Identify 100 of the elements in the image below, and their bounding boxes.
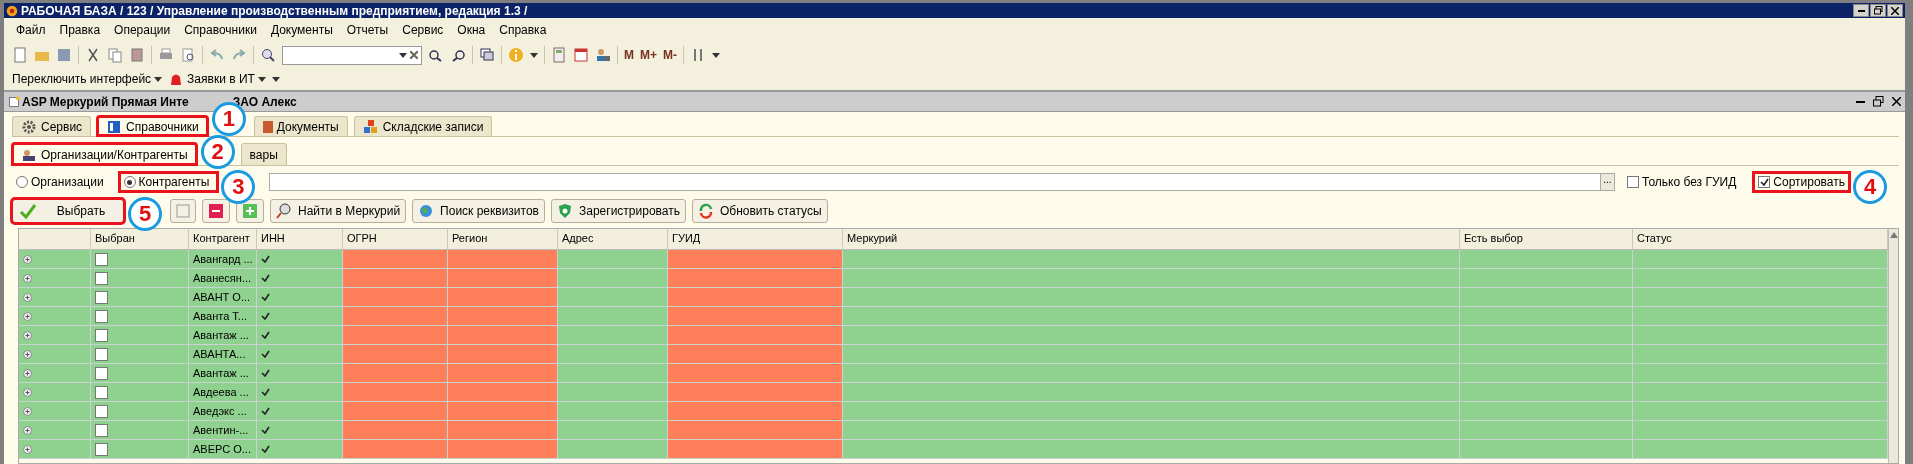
row-checkbox[interactable] xyxy=(95,252,108,266)
table-cell: Авантаж ... xyxy=(189,364,257,383)
form-title: ASP Меркурий Прямая Инте xyxy=(22,94,189,109)
menu-item[interactable]: Документы xyxy=(270,23,333,37)
close-button[interactable] xyxy=(1887,4,1903,17)
toolbar-menu-button[interactable]: Заявки в ИТ xyxy=(168,71,266,87)
menu-item[interactable]: Окна xyxy=(457,23,486,37)
expand-icon[interactable] xyxy=(23,349,32,359)
users-icon xyxy=(595,47,611,63)
magnifier-icon xyxy=(276,203,292,219)
minimize-icon xyxy=(1857,9,1865,12)
expand-icon[interactable] xyxy=(23,311,32,321)
expand-icon[interactable] xyxy=(23,292,32,302)
tab[interactable]: Документы xyxy=(253,116,348,136)
scissors-icon xyxy=(85,47,101,63)
checkbox[interactable]: Сортировать xyxy=(1754,173,1849,191)
add-button[interactable] xyxy=(236,199,264,223)
caret-icon xyxy=(154,76,163,82)
expand-icon[interactable] xyxy=(23,368,32,378)
minimize-icon[interactable] xyxy=(1856,100,1865,103)
radio-button[interactable]: Организации xyxy=(12,173,112,191)
column-header[interactable]: Выбран xyxy=(91,229,189,250)
table-cell: Аведэкс ... xyxy=(189,402,257,421)
row-checkbox[interactable] xyxy=(95,442,108,456)
expand-icon[interactable] xyxy=(23,387,32,397)
row-checkbox[interactable] xyxy=(95,423,108,437)
search-field[interactable] xyxy=(282,45,422,65)
expand-icon[interactable] xyxy=(23,406,32,416)
scroll-up-icon[interactable] xyxy=(1889,232,1898,238)
row-checkbox[interactable] xyxy=(95,347,108,361)
column-header[interactable]: Контрагент xyxy=(189,229,257,250)
row-checkbox[interactable] xyxy=(95,404,108,418)
expand-icon[interactable] xyxy=(23,444,32,454)
minimize-button[interactable] xyxy=(1853,4,1869,17)
paste-icon xyxy=(129,47,145,63)
menu-item[interactable]: Операции xyxy=(114,23,171,37)
caret-icon xyxy=(530,52,538,58)
column-header[interactable]: ИНН xyxy=(257,229,343,250)
expand-icon[interactable] xyxy=(23,425,32,435)
callout-number: 2 xyxy=(200,135,235,169)
tab[interactable]: Организации/Контрагенты xyxy=(12,143,197,165)
column-header[interactable]: Адрес xyxy=(558,229,668,250)
menu-item[interactable]: Правка xyxy=(59,23,101,37)
boxes-icon xyxy=(362,118,379,135)
expand-icon[interactable] xyxy=(23,254,32,264)
callout-number: 4 xyxy=(1853,170,1887,204)
restore-button[interactable] xyxy=(1870,4,1886,17)
row-checkbox[interactable] xyxy=(95,385,108,399)
column-header[interactable]: Статус xyxy=(1633,229,1888,250)
expand-icon[interactable] xyxy=(23,330,32,340)
expand-icon[interactable] xyxy=(23,273,32,283)
table-cell: Аванесян... xyxy=(189,269,257,288)
app-logo-icon xyxy=(6,4,18,17)
memory-key[interactable]: M- xyxy=(663,48,677,62)
tab[interactable]: Справочники xyxy=(97,116,208,136)
filter-field[interactable]: ... xyxy=(269,173,1615,191)
toolbar-button[interactable]: Зарегистрировать xyxy=(551,199,686,223)
row-checkbox[interactable] xyxy=(95,271,108,285)
scrollbar[interactable] xyxy=(1888,229,1898,463)
radio-dot-icon xyxy=(127,179,133,185)
form-icon xyxy=(8,95,20,108)
table-cell: Авангард ... xyxy=(189,250,257,269)
toolbar-menu-button[interactable]: Переключить интерфейс xyxy=(12,72,163,86)
row-checkbox[interactable] xyxy=(95,309,108,323)
column-header[interactable]: Есть выбор xyxy=(1460,229,1633,250)
restore-icon xyxy=(1873,6,1883,15)
checkmark-icon xyxy=(18,203,38,219)
menu-item[interactable]: Отчеты xyxy=(346,23,389,37)
remove-button[interactable] xyxy=(202,199,230,223)
calculator-icon xyxy=(551,47,567,63)
checkbox[interactable]: Только без ГУИД xyxy=(1623,173,1741,191)
select-button[interactable]: Выбрать xyxy=(12,199,124,223)
restore-icon[interactable] xyxy=(1873,96,1884,107)
column-header[interactable]: ОГРН xyxy=(343,229,448,250)
column-header[interactable]: ГУИД xyxy=(668,229,843,250)
column-header[interactable]: Регион xyxy=(448,229,558,250)
checkmark-icon xyxy=(1759,178,1769,186)
memory-key[interactable]: M xyxy=(624,48,634,62)
menu-item[interactable]: Справочники xyxy=(184,23,257,37)
menu-item[interactable]: Справка xyxy=(499,23,547,37)
toolbar-button[interactable]: Обновить статусы xyxy=(691,199,828,223)
row-checkbox[interactable] xyxy=(95,366,108,380)
column-header[interactable]: Меркурий xyxy=(843,229,1460,250)
document-icon xyxy=(262,120,273,133)
memory-key[interactable]: M+ xyxy=(640,48,657,62)
info-icon xyxy=(508,47,524,63)
close-icon[interactable] xyxy=(1892,97,1901,106)
toolbar-button[interactable]: Поиск реквизитов xyxy=(412,199,545,223)
menu-item[interactable]: Файл xyxy=(16,23,46,37)
tab[interactable]: вары xyxy=(240,143,287,165)
window-title: РАБОЧАЯ БАЗА / 123 / Управление производственным предприятием, редакция 1.3 / xyxy=(21,3,528,18)
tab[interactable]: Складские записи xyxy=(353,116,493,136)
row-checkbox[interactable] xyxy=(95,290,108,304)
menu-item[interactable]: Сервис xyxy=(402,23,444,37)
toolbar-button[interactable]: Найти в Меркурий xyxy=(270,199,407,223)
row-checkbox[interactable] xyxy=(95,328,108,342)
find-next-icon xyxy=(428,47,444,63)
tab[interactable]: Сервис xyxy=(12,116,92,136)
radio-button[interactable]: Контрагенты xyxy=(119,173,218,191)
select-button[interactable]: ... xyxy=(1600,174,1614,190)
